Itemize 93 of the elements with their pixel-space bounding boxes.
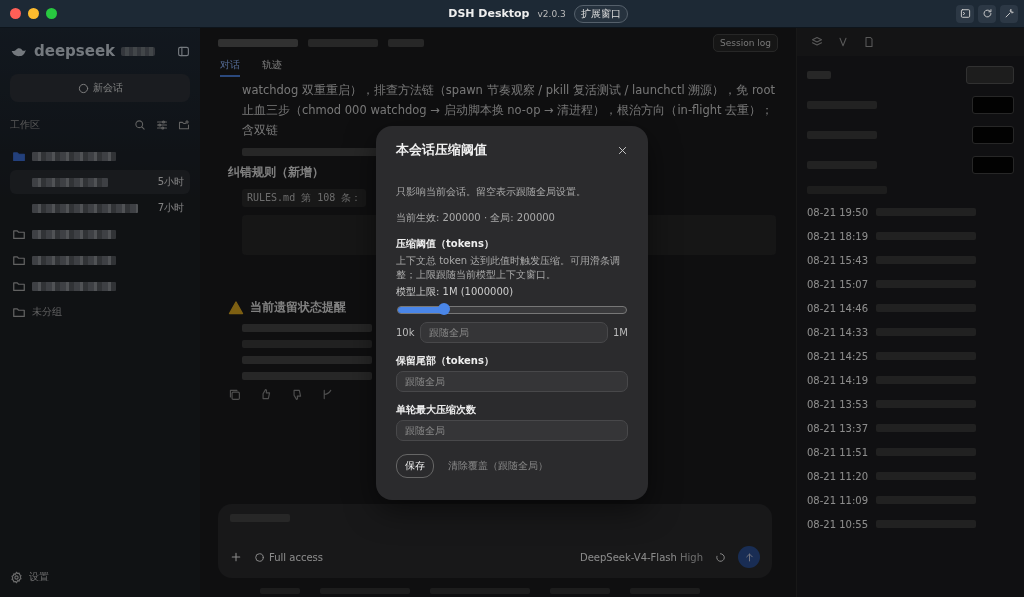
- send-button[interactable]: [738, 546, 760, 568]
- new-chat-button[interactable]: 新会话: [10, 74, 190, 102]
- dialog-description: 只影响当前会话。留空表示跟随全局设置。: [396, 185, 587, 199]
- app-logo: deepseek: [34, 42, 116, 60]
- log-time: 08-21 14:46: [807, 302, 869, 314]
- redacted-badge: [121, 46, 156, 56]
- sidebar-toggle-icon: [177, 44, 190, 58]
- folder-icon: [12, 227, 26, 241]
- input-field[interactable]: 跟随全局: [419, 322, 608, 343]
- section-heading: 纠错规则（新增）: [228, 164, 324, 181]
- log-time: 08-21 14:25: [807, 350, 869, 362]
- folder-name[interactable]: 未分组: [32, 305, 62, 319]
- search-icon: [134, 119, 146, 131]
- folder-item[interactable]: 未分组: [10, 300, 190, 324]
- message-composer[interactable]: Full access DeepSeek-V4-Flash High: [218, 504, 772, 578]
- dialog-title: 本会话压缩阈值: [396, 142, 487, 159]
- layers-icon: [811, 36, 823, 48]
- warning-icon: [228, 299, 244, 316]
- session-time: 5小时: [157, 175, 184, 189]
- branch-icon: [321, 388, 334, 401]
- input-field[interactable]: 跟随全局: [396, 371, 628, 392]
- log-time: 08-21 15:43: [807, 254, 869, 266]
- terminal-icon: [959, 8, 971, 19]
- range-min: 10k: [396, 327, 415, 338]
- log-time: 08-21 11:20: [807, 470, 869, 482]
- session-log-button[interactable]: Session log: [713, 34, 778, 52]
- log-time: 08-21 19:50: [807, 206, 869, 218]
- wrench-icon: [1003, 8, 1015, 19]
- slider-thumb[interactable]: [437, 303, 450, 315]
- folder-icon: [12, 149, 26, 163]
- blurred-text: [308, 39, 378, 47]
- refresh-button[interactable]: [978, 4, 996, 23]
- message-paragraph: watchdog 双重重启），排查方法链（spawn 节奏观察 / pkill 复活测试 / launchctl 溯源），免 root 止血三步（chmod 000 watchdog → 启动脚本换 no-op → 清进程），根治方向（in-flight 去重）；含双链: [242, 82, 776, 139]
- model-selector[interactable]: DeepSeek-V4-Flash High: [580, 551, 703, 563]
- log-time: 08-21 18:19: [807, 230, 869, 242]
- close-button[interactable]: [617, 145, 628, 156]
- number-field[interactable]: [972, 156, 1014, 174]
- section-label: 工作区: [10, 118, 40, 132]
- filter-icon: [156, 119, 168, 131]
- zoom-window-button[interactable]: [46, 8, 57, 19]
- log-time: 08-21 15:07: [807, 278, 869, 290]
- settings-icon: [10, 570, 23, 584]
- field-label: 保留尾部（tokens）: [396, 354, 495, 368]
- save-button[interactable]: 保存: [396, 454, 434, 478]
- close-window-button[interactable]: [10, 8, 21, 19]
- clear-override-link[interactable]: 清除覆盖（跟随全局）: [448, 459, 548, 473]
- arrow-up-icon: [743, 551, 755, 563]
- folder-icon: [12, 305, 26, 319]
- spinner-icon: [715, 551, 726, 563]
- inline-code: RULES.md 第 108 条：: [242, 189, 367, 207]
- tab[interactable]: 轨迹: [262, 58, 282, 77]
- window-title: DSH Desktop: [447, 7, 530, 20]
- log-time: 08-21 10:55: [807, 518, 869, 530]
- access-selector[interactable]: Full access: [269, 551, 323, 563]
- number-field[interactable]: [972, 126, 1014, 144]
- field-label: 单轮最大压缩次数: [396, 403, 477, 417]
- wrench-button[interactable]: [1000, 4, 1018, 23]
- log-time: 08-21 13:53: [807, 398, 869, 410]
- slider-track[interactable]: [397, 306, 627, 314]
- document-icon: [863, 36, 875, 48]
- field-label: 压缩阈值（tokens）: [396, 237, 495, 251]
- thumbs-up-icon: [259, 388, 272, 401]
- field-help: 上下文总 token 达到此值时触发压缩。可用滑条调整；上限跟随当前模型上下文窗口。: [396, 254, 622, 282]
- minimize-window-button[interactable]: [28, 8, 39, 19]
- thumbs-down-icon: [290, 388, 303, 401]
- new-folder-icon: [178, 119, 190, 131]
- session-time: 7小时: [157, 201, 184, 215]
- copy-icon: [228, 388, 241, 401]
- plus-circle-icon: [77, 82, 89, 94]
- session-item[interactable]: 5小时: [10, 170, 190, 194]
- plus-icon: [230, 551, 242, 563]
- terminal-button[interactable]: [956, 4, 974, 23]
- log-time: 08-21 11:51: [807, 446, 869, 458]
- number-field[interactable]: [972, 96, 1014, 114]
- blurred-text: [388, 39, 424, 47]
- settings-label[interactable]: 设置: [29, 570, 49, 584]
- close-icon: [617, 145, 628, 156]
- log-time: 08-21 11:09: [807, 494, 869, 506]
- model-limit: 模型上限: 1M (1000000): [396, 285, 515, 299]
- log-time: 08-21 14:19: [807, 374, 869, 386]
- tab[interactable]: 对话: [220, 58, 240, 77]
- folder-icon: [12, 279, 26, 293]
- refresh-icon: [981, 8, 993, 19]
- section-heading: 当前遗留状态提醒: [250, 299, 346, 316]
- session-item[interactable]: 7小时: [10, 196, 190, 220]
- log-time: 08-21 13:37: [807, 422, 869, 434]
- log-time: 08-21 14:33: [807, 326, 869, 338]
- folder-icon: [12, 253, 26, 267]
- version-label: v2.0.3: [537, 8, 566, 19]
- expand-window-button[interactable]: 扩展窗口: [573, 4, 628, 23]
- current-value: 当前生效: 200000 · 全局: 200000: [396, 211, 556, 225]
- range-max: 1M: [613, 327, 628, 338]
- input-field[interactable]: 跟随全局: [396, 420, 628, 441]
